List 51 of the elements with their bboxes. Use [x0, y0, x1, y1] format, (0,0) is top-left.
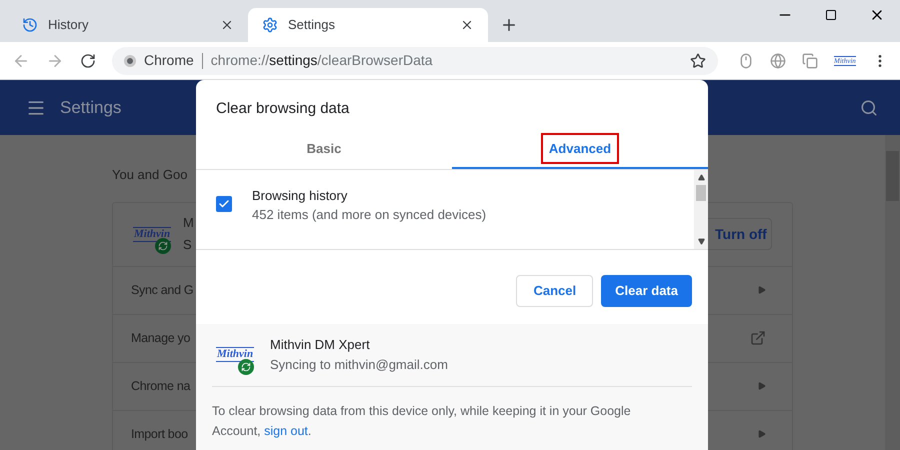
browser-tab[interactable]: Settings — [248, 8, 488, 42]
reload-icon[interactable] — [80, 52, 96, 68]
copy-extension-icon[interactable] — [802, 52, 818, 68]
caret-icon — [758, 286, 766, 294]
sync-badge-icon — [155, 238, 171, 254]
browser-tab[interactable]: History — [8, 8, 248, 42]
cancel-button[interactable]: Cancel — [516, 274, 594, 306]
sign-out-link[interactable]: sign out — [264, 424, 308, 438]
list-scrollbar[interactable] — [694, 170, 708, 248]
footer-note: To clear browsing data from this device only, while keeping it in your Google Account, sign out. — [212, 402, 632, 440]
dialog-tab[interactable]: Basic — [196, 130, 452, 168]
section-heading: You and Goo — [112, 166, 188, 184]
check-icon — [218, 198, 230, 210]
external-link-icon — [750, 330, 766, 346]
url-text: chrome://settings/clearBrowserData — [210, 51, 434, 70]
search-icon[interactable] — [860, 98, 878, 116]
item-detail: 452 items (and more on synced devices) — [252, 206, 486, 224]
scroll-down-icon[interactable] — [698, 238, 704, 244]
dialog-tab[interactable]: Advanced — [452, 130, 708, 168]
row-label: Chrome na — [131, 378, 190, 395]
scrollbar-thumb[interactable] — [696, 184, 706, 200]
clear-data-button[interactable]: Clear data — [601, 274, 692, 306]
site-info-icon[interactable] — [124, 54, 136, 66]
site-label: Chrome — [144, 51, 194, 70]
profile-status: S — [183, 236, 192, 254]
account-status: Syncing to mithvin@gmail.com — [270, 356, 448, 374]
globe-extension-icon[interactable] — [770, 52, 786, 68]
checkbox[interactable] — [216, 196, 232, 212]
item-label: Browsing history — [252, 186, 348, 204]
page-scrollbar[interactable] — [885, 135, 900, 450]
profile-name: M — [183, 214, 194, 232]
row-label: Manage yo — [131, 330, 190, 347]
settings-icon — [262, 17, 278, 33]
row-label: Sync and G — [131, 282, 194, 299]
close-tab-icon[interactable] — [220, 18, 234, 32]
history-icon — [22, 17, 38, 33]
row-label: Import boo — [131, 426, 188, 443]
close-tab-icon[interactable] — [460, 18, 474, 32]
caret-icon — [758, 430, 766, 438]
mouse-extension-icon[interactable] — [738, 52, 754, 68]
tab-title: Settings — [288, 16, 336, 34]
dialog-title: Clear browsing data — [216, 99, 350, 119]
scroll-up-icon[interactable] — [698, 174, 704, 180]
tab-title: History — [48, 16, 90, 34]
caret-icon — [758, 382, 766, 390]
sync-badge-icon — [238, 358, 254, 374]
new-tab-icon[interactable] — [500, 16, 518, 34]
account-name: Mithvin DM Xpert — [270, 336, 371, 354]
settings-title: Settings — [60, 96, 122, 119]
bookmark-star-icon[interactable] — [690, 52, 706, 68]
address-bar[interactable]: Chrome chrome://settings/clearBrowserData — [112, 46, 718, 74]
